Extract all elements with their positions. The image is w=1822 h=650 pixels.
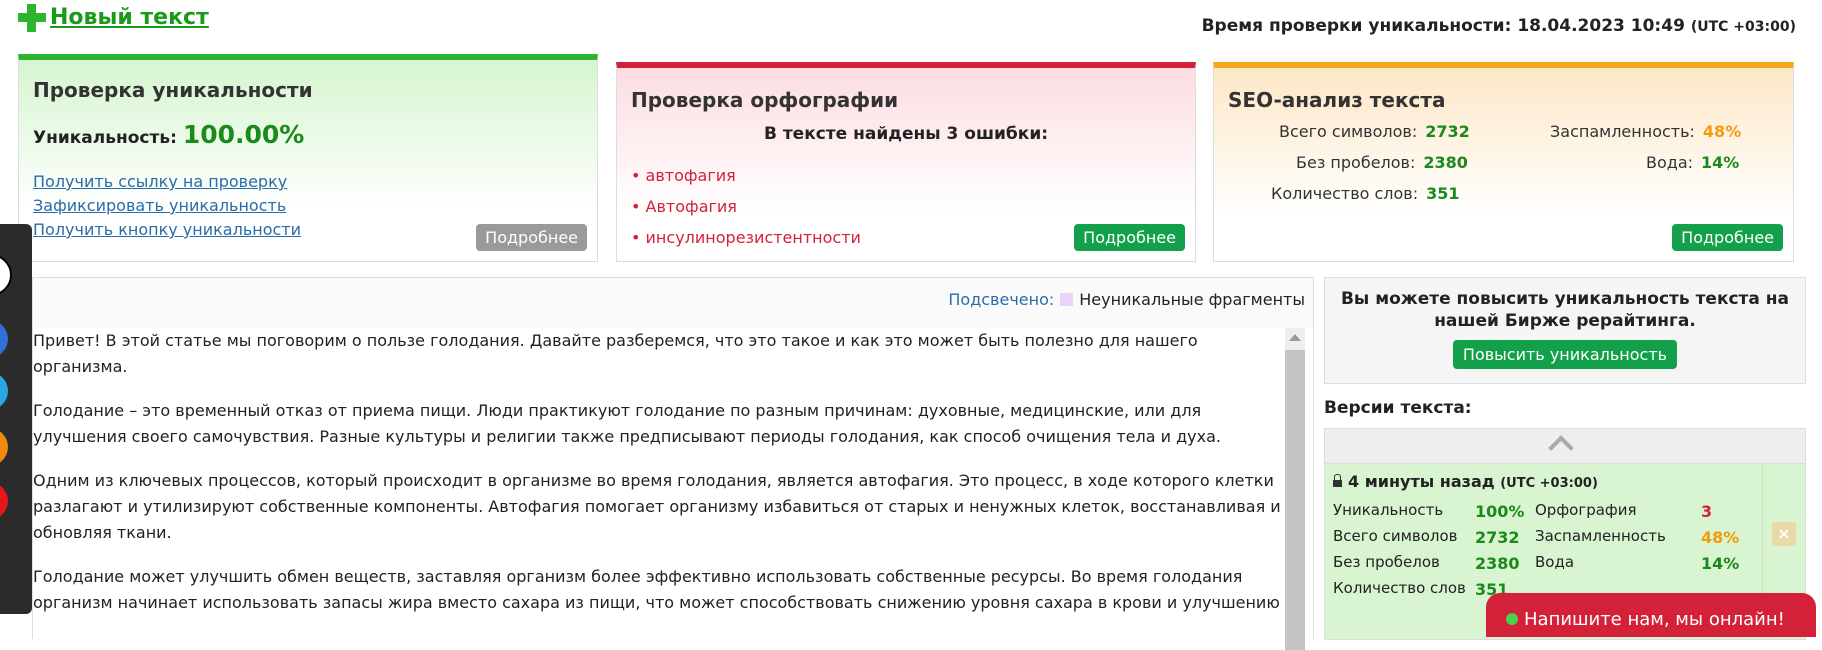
seo-words-label: Количество слов: — [1271, 184, 1419, 203]
seo-more-button[interactable]: Подробнее — [1672, 224, 1783, 251]
share-more-icon[interactable] — [0, 254, 12, 296]
spelling-more-button[interactable]: Подробнее — [1074, 224, 1185, 251]
seo-title: SEO-анализ текста — [1228, 88, 1446, 112]
text-paragraph: Одним из ключевых процессов, который про… — [33, 471, 1281, 542]
youtube-icon[interactable] — [0, 482, 8, 520]
seo-water-value: 14% — [1701, 153, 1740, 172]
uniqueness-title: Проверка уникальности — [33, 78, 313, 102]
seo-spam: Заспамленность: 48% — [1550, 122, 1741, 141]
scroll-up-icon[interactable] — [1289, 334, 1301, 341]
social-share-bar — [0, 224, 32, 614]
spelling-card: Проверка орфографии В тексте найдены 3 о… — [616, 62, 1196, 262]
delete-version-icon[interactable]: × — [1772, 522, 1796, 546]
new-text-label[interactable]: Новый текст — [50, 5, 209, 30]
get-button-link[interactable]: Получить кнопку уникальности — [33, 218, 301, 242]
uniqueness-more-button[interactable]: Подробнее — [476, 224, 587, 251]
new-text-link[interactable]: Новый текст — [16, 2, 209, 32]
promo-box: Вы можете повысить уникальность текста н… — [1324, 277, 1806, 384]
online-dot-icon — [1506, 613, 1518, 625]
uniqueness-card: Проверка уникальности Уникальность: 100.… — [18, 54, 598, 262]
spelling-found: В тексте найдены 3 ошибки: — [763, 124, 1049, 144]
seo-no-spaces-label: Без пробелов: — [1296, 153, 1416, 172]
uniqueness-value: Уникальность: 100.00% — [33, 120, 304, 149]
seo-spam-label: Заспамленность: — [1550, 122, 1695, 141]
v-spam-label: Заспамленность — [1535, 527, 1666, 545]
lock-icon — [1333, 474, 1342, 487]
seo-total-chars-label: Всего символов: — [1279, 122, 1418, 141]
v-spam-value: 48% — [1701, 528, 1740, 547]
check-time-label: Время проверки уникальности: 18.04.2023 … — [1201, 16, 1685, 36]
text-paragraph: Голодание – это временный отказ от прием… — [33, 401, 1222, 446]
v-chars-value: 2732 — [1475, 528, 1520, 547]
telegram-icon[interactable] — [0, 372, 8, 410]
raise-uniqueness-button[interactable]: Повысить уникальность — [1452, 340, 1678, 369]
v-water-value: 14% — [1701, 554, 1740, 573]
spelling-error[interactable]: инсулинорезистентности — [631, 222, 861, 253]
versions-scroll-up[interactable] — [1325, 429, 1805, 464]
text-scrollbar[interactable] — [1285, 328, 1305, 650]
promo-text: Вы можете повысить уникальность текста н… — [1340, 289, 1790, 331]
seo-words-value: 351 — [1426, 184, 1460, 203]
highlight-swatch — [1060, 293, 1074, 306]
version-time: 4 минуты назад (UTC +03:00) — [1333, 472, 1598, 491]
seo-card: SEO-анализ текста Всего символов: 2732 Бе… — [1213, 62, 1794, 262]
fix-uniqueness-link[interactable]: Зафиксировать уникальность — [33, 194, 301, 218]
highlight-legend: Подсвечено: Неуникальные фрагменты — [948, 290, 1305, 309]
scroll-thumb[interactable] — [1285, 350, 1305, 650]
chevron-up-icon[interactable] — [1548, 435, 1574, 461]
spelling-error[interactable]: автофагия — [631, 160, 861, 191]
text-paragraph: Голодание может улучшить обмен веществ, … — [33, 567, 1280, 612]
seo-total-chars: Всего символов: 2732 — [1279, 122, 1470, 141]
checked-text[interactable]: Привет! В этой статье мы поговорим о пол… — [33, 328, 1313, 648]
seo-no-spaces-value: 2380 — [1423, 153, 1468, 172]
v-nospace-value: 2380 — [1475, 554, 1520, 573]
chat-label: Напишите нам, мы онлайн! — [1524, 609, 1785, 630]
versions-title: Версии текста: — [1324, 398, 1472, 418]
uniqueness-label: Уникальность: — [33, 128, 177, 148]
spelling-error-list: автофагия Автофагия инсулинорезистентнос… — [631, 160, 861, 253]
seo-total-chars-value: 2732 — [1425, 122, 1470, 141]
v-words-label: Количество слов — [1333, 579, 1466, 597]
v-spell-value: 3 — [1701, 502, 1713, 521]
v-chars-label: Всего символов — [1333, 527, 1458, 545]
get-link-link[interactable]: Получить ссылку на проверку — [33, 170, 301, 194]
uniqueness-links: Получить ссылку на проверку Зафиксироват… — [33, 170, 301, 242]
v-water-label: Вода — [1535, 553, 1575, 571]
seo-spam-value: 48% — [1702, 122, 1742, 141]
odnoklassniki-icon[interactable] — [0, 428, 8, 466]
spelling-error[interactable]: Автофагия — [631, 191, 861, 222]
version-tz: (UTC +03:00) — [1500, 476, 1598, 491]
text-panel: Подсвечено: Неуникальные фрагменты Привет… — [32, 277, 1314, 650]
v-nospace-label: Без пробелов — [1333, 553, 1440, 571]
spelling-title: Проверка орфографии — [631, 88, 899, 112]
text-paragraph: Привет! В этой статье мы поговорим о пол… — [33, 331, 1198, 376]
check-time-tz: (UTC +03:00) — [1690, 19, 1796, 35]
highlight-label: Подсвечено: — [948, 290, 1055, 309]
v-uniq-label: Уникальность — [1333, 501, 1444, 519]
highlight-desc: Неуникальные фрагменты — [1079, 290, 1305, 309]
v-spell-label: Орфография — [1535, 501, 1637, 519]
version-time-label: 4 минуты назад — [1348, 472, 1495, 491]
plus-icon — [16, 2, 46, 32]
check-time: Время проверки уникальности: 18.04.2023 … — [1202, 16, 1796, 36]
seo-no-spaces: Без пробелов: 2380 — [1296, 153, 1468, 172]
seo-words: Количество слов: 351 — [1271, 184, 1460, 203]
uniqueness-percent: 100.00% — [182, 120, 305, 149]
vk-icon[interactable] — [0, 320, 8, 358]
seo-water-label: Вода: — [1646, 153, 1694, 172]
v-uniq-value: 100% — [1475, 502, 1525, 521]
seo-water: Вода: 14% — [1646, 153, 1739, 172]
chat-widget[interactable]: Напишите нам, мы онлайн! — [1486, 593, 1816, 637]
